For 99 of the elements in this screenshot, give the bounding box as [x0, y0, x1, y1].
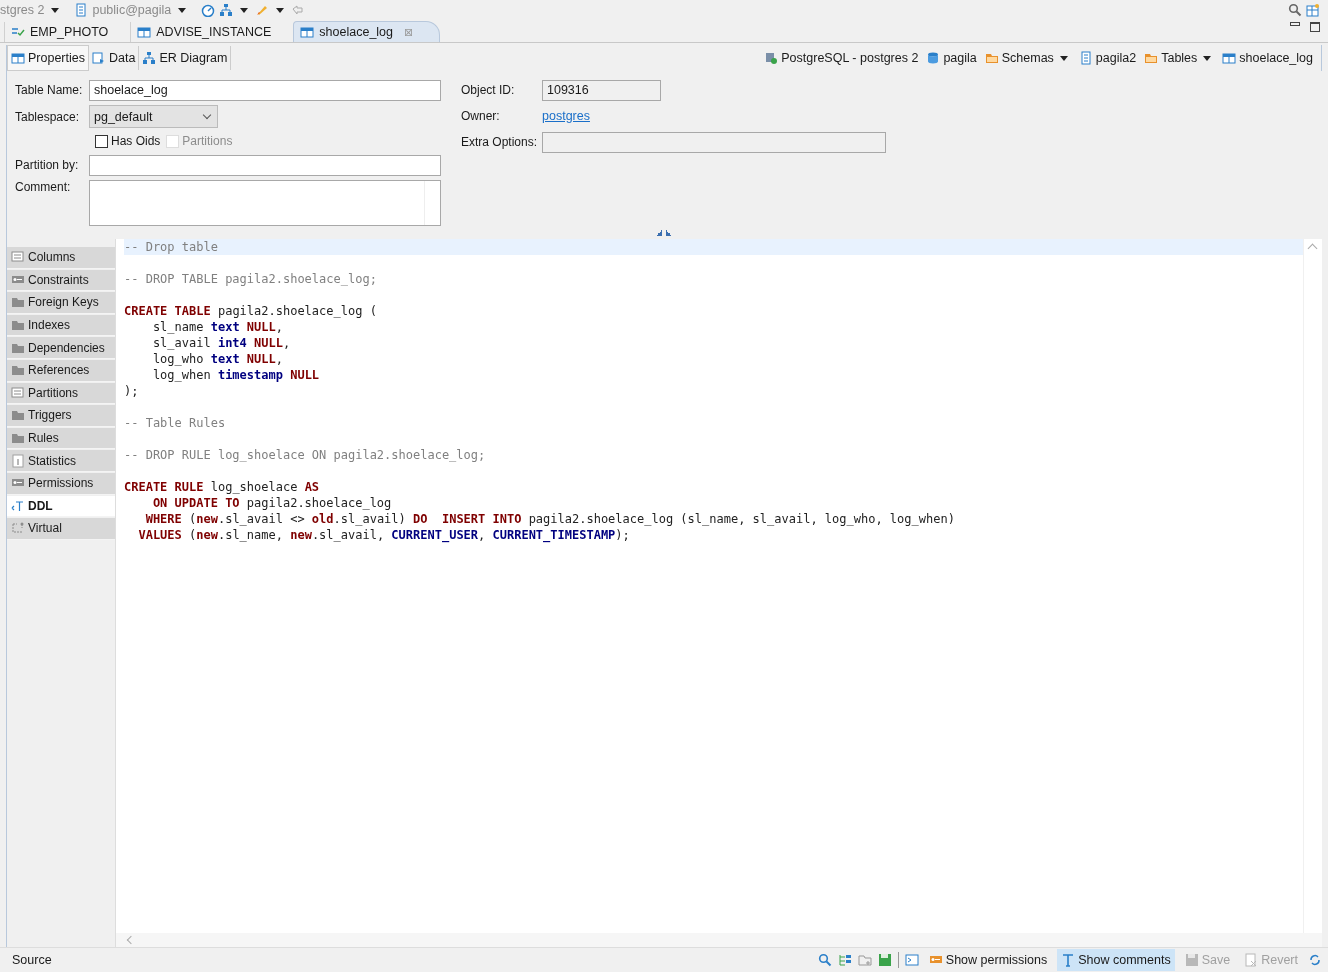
code-line: sl_name text NULL, — [151, 320, 283, 334]
breadcrumb-item[interactable]: PostgreSQL - postgres 2 — [764, 51, 919, 65]
caret-icon[interactable] — [1203, 55, 1212, 61]
code-line: -- DROP RULE log_shoelace ON pagila2.shoelace_log; — [124, 448, 486, 462]
list-icon — [11, 385, 25, 400]
side-tab[interactable]: Dependencies — [7, 337, 115, 359]
hierarchy-icon[interactable] — [219, 3, 234, 17]
code-line: WHERE (new.sl_avail <> old.sl_avail) DO INSERT INTO pagila2.shoelace_log (sl_name, sl_avail, log_who, log_when) — [144, 512, 955, 526]
breadcrumb-item[interactable]: Tables — [1144, 51, 1215, 65]
table-icon — [137, 25, 152, 39]
folder-icon — [11, 318, 25, 333]
source-label: Source — [12, 953, 52, 967]
caret-icon[interactable] — [1059, 55, 1068, 61]
document-icon — [1244, 953, 1259, 967]
breadcrumb-item[interactable]: pagila2 — [1078, 51, 1137, 65]
side-tab[interactable]: Rules — [7, 427, 115, 450]
database-icon — [926, 51, 941, 65]
list-check-icon — [11, 25, 25, 39]
info-icon — [11, 453, 25, 468]
toolbar-button[interactable]: Show comments — [1057, 949, 1175, 971]
checkbox-label: Has Oids — [111, 134, 161, 148]
code-line: ); — [124, 384, 139, 398]
maximize-button[interactable] — [1310, 22, 1320, 32]
table-icon — [11, 51, 25, 65]
data-grid-icon — [92, 51, 106, 65]
table-icon — [300, 25, 315, 39]
sub-tab[interactable]: Properties — [7, 45, 89, 71]
checkbox[interactable] — [95, 134, 108, 148]
folder-icon — [984, 51, 999, 65]
side-tab[interactable]: Triggers — [7, 405, 115, 427]
checkbox-label: Partitions — [182, 134, 233, 148]
editor-tab[interactable]: shoelace_log ⊠ — [293, 21, 441, 42]
side-tab[interactable]: Columns — [7, 247, 115, 269]
folder-icon — [11, 363, 25, 378]
breadcrumb-item[interactable]: shoelace_log — [1222, 51, 1313, 65]
text-field[interactable]: shoelace_log — [89, 79, 441, 101]
editor-tab[interactable]: ADVISE_INSTANCE — [130, 22, 294, 42]
minimize-button[interactable] — [1290, 22, 1300, 26]
text-icon — [1061, 953, 1076, 967]
sub-tab[interactable]: Data — [89, 46, 140, 70]
owner-link[interactable]: postgres — [542, 109, 590, 123]
field-label: Table Name: — [15, 83, 84, 97]
code-line: -- Drop table — [124, 240, 218, 254]
code-line: log_who text NULL, — [151, 352, 283, 366]
side-tab[interactable]: Statistics — [7, 450, 115, 472]
side-tab[interactable]: Partitions — [7, 382, 115, 405]
sub-tab[interactable]: ER Diagram — [139, 46, 232, 70]
editor-tab[interactable]: EMP_PHOTO — [4, 22, 131, 42]
columns-icon — [11, 250, 25, 265]
code-line: CREATE TABLE pagila2.shoelace_log ( — [124, 304, 377, 318]
table-icon — [1222, 51, 1237, 65]
field-label: Tablespace: — [15, 109, 81, 124]
code-line: CREATE RULE log_shoelace AS — [124, 480, 320, 494]
side-tab[interactable]: References — [7, 359, 115, 382]
side-tab[interactable]: Constraints — [7, 269, 115, 292]
search-icon[interactable] — [817, 953, 832, 967]
field-label: Object ID: — [461, 83, 516, 97]
refresh-icon[interactable] — [1308, 953, 1322, 967]
breadcrumb-item[interactable]: Schemas — [984, 51, 1071, 65]
field-label: Comment: — [15, 180, 72, 194]
search-icon[interactable] — [1288, 3, 1302, 17]
field-label: Owner: — [461, 109, 501, 123]
text-icon — [11, 498, 25, 513]
caret-icon[interactable] — [178, 7, 187, 13]
breadcrumb-item[interactable]: pagila — [926, 51, 977, 65]
text-field[interactable] — [542, 131, 886, 153]
side-tab[interactable]: Virtual — [7, 518, 115, 540]
side-tab[interactable]: Permissions — [7, 472, 115, 495]
caret-icon[interactable] — [276, 7, 285, 13]
comment-field[interactable] — [89, 180, 441, 226]
side-tab[interactable]: Foreign Keys — [7, 292, 115, 314]
folder-icon — [11, 431, 25, 446]
new-folder-icon[interactable] — [857, 953, 872, 967]
perspective-icon[interactable] — [1306, 3, 1320, 17]
code-line: VALUES (new.sl_name, new.sl_avail, CURRENT_USER, CURRENT_TIMESTAMP); — [137, 528, 630, 542]
save-icon — [1184, 953, 1199, 967]
code-line: -- Table Rules — [124, 416, 226, 430]
terminal-icon[interactable] — [904, 953, 919, 967]
caret-icon[interactable] — [240, 7, 249, 13]
side-tab[interactable]: DDL — [7, 495, 115, 518]
field-label: Partition by: — [15, 158, 80, 172]
code-line: log_when timestamp NULL — [151, 368, 320, 382]
folder-icon — [11, 408, 25, 423]
code-line: sl_avail int4 NULL, — [151, 336, 291, 350]
code-line: -- DROP TABLE pagila2.shoelace_log; — [124, 272, 377, 286]
horizontal-scrollbar[interactable] — [116, 933, 1322, 947]
tablespace-dropdown[interactable]: pg_default — [89, 105, 218, 128]
dashboard-icon[interactable] — [201, 3, 216, 17]
side-tab[interactable]: Indexes — [7, 314, 115, 337]
tree-icon[interactable] — [837, 953, 852, 967]
server-icon — [764, 51, 779, 65]
folder-icon — [1144, 51, 1159, 65]
folder-icon — [11, 295, 25, 310]
toolbar-button[interactable]: Show permissions — [924, 949, 1052, 971]
text-field[interactable] — [89, 154, 441, 176]
save-icon[interactable] — [877, 953, 892, 967]
caret-icon[interactable] — [51, 7, 60, 13]
code-line: ON UPDATE TO pagila2.shoelace_log — [151, 496, 392, 510]
field-label: Extra Options: — [461, 135, 539, 149]
